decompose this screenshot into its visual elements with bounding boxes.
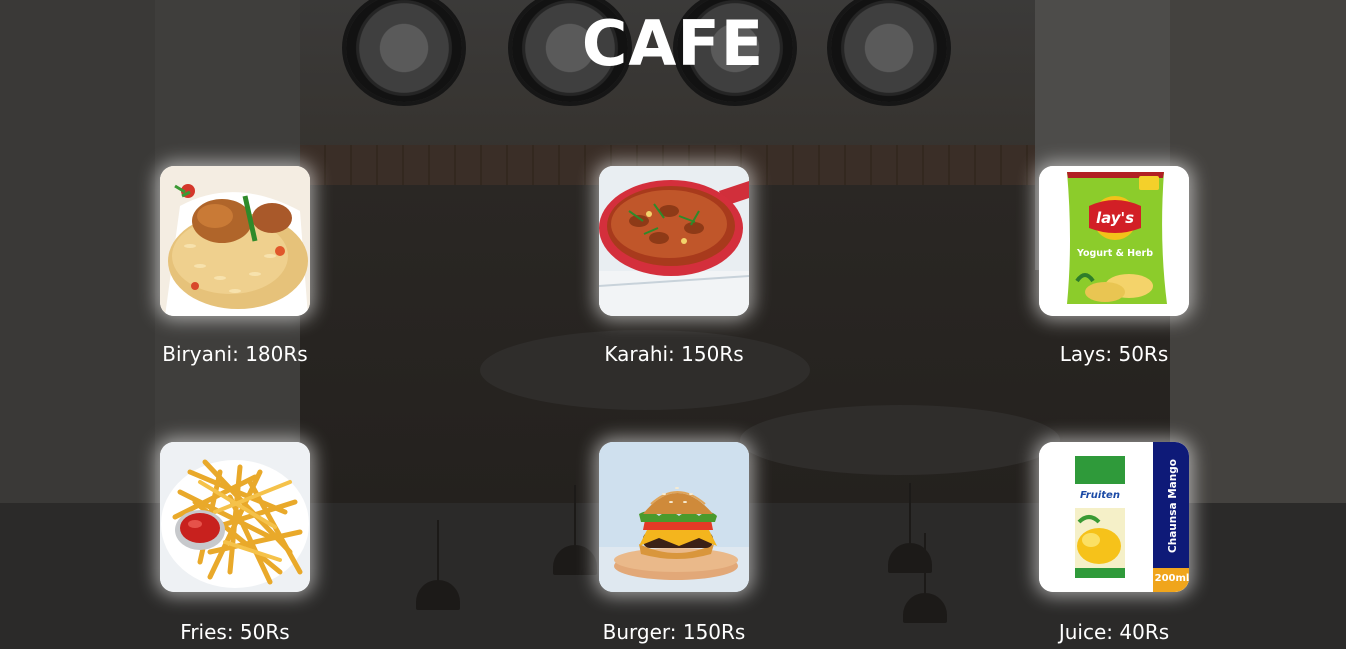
karahi-image[interactable]	[599, 166, 749, 316]
fries-image[interactable]	[160, 442, 310, 592]
biryani-image[interactable]	[160, 166, 310, 316]
menu-item-burger[interactable]: Burger: 150Rs	[579, 442, 769, 646]
menu-item-label: Fries: 50Rs	[180, 620, 290, 644]
menu-item-karahi[interactable]: Karahi: 150Rs	[579, 166, 769, 368]
menu-item-label: Lays: 50Rs	[1059, 342, 1169, 366]
menu-item-biryani[interactable]: Biryani: 180Rs	[140, 166, 330, 368]
lays-chips-image[interactable]: lay's Yogurt & Herb	[1039, 166, 1189, 316]
lays-logo-text: lay's	[1096, 209, 1134, 227]
background-table	[740, 405, 1060, 475]
menu-item-label: Karahi: 150Rs	[604, 342, 744, 366]
menu-item-fries[interactable]: Fries: 50Rs	[140, 442, 330, 646]
menu-item-label: Juice: 40Rs	[1058, 620, 1170, 644]
juice-flavor-text: Chaunsa Mango	[1167, 459, 1179, 553]
burger-image[interactable]	[599, 442, 749, 592]
lays-flavor-text: Yogurt & Herb	[1076, 248, 1153, 259]
menu-item-label: Biryani: 180Rs	[162, 342, 308, 366]
juice-box-image[interactable]: 200ml Chaunsa Mango Fruiten	[1039, 442, 1189, 592]
menu-item-label: Burger: 150Rs	[602, 620, 746, 644]
page-title: CAFE	[581, 7, 765, 80]
menu-item-juice[interactable]: 200ml Chaunsa Mango Fruiten Juice: 40Rs	[1019, 442, 1209, 646]
menu-item-lays[interactable]: lay's Yogurt & Herb Lays: 50Rs	[1019, 166, 1209, 368]
juice-volume-text: 200ml	[1155, 573, 1189, 584]
juice-brand-text: Fruiten	[1080, 490, 1120, 501]
